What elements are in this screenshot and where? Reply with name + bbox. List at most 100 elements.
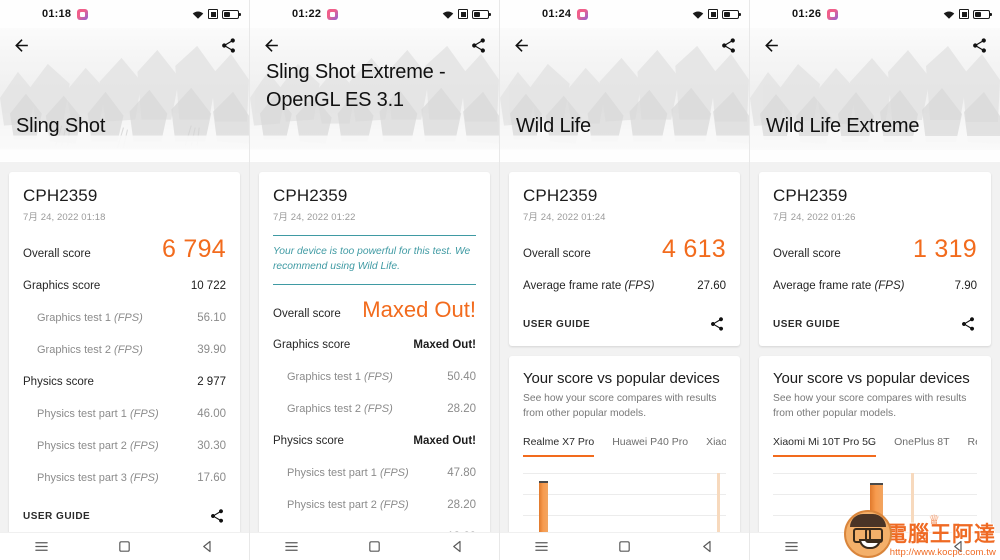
menu-icon[interactable] <box>34 539 49 554</box>
score-row-avg-frame-rate: Average frame rate (FPS) 27.60 <box>523 270 726 302</box>
device-name: CPH2359 <box>273 186 348 205</box>
row-label: Physics score <box>23 376 94 388</box>
benchmark-title: Sling Shot Extreme - OpenGL ES 3.1 <box>266 61 446 112</box>
benchmark-title: Wild Life <box>516 114 591 137</box>
hero-banner: Wild Life Extreme <box>750 28 1000 162</box>
app-notification-icon <box>77 8 89 20</box>
share-icon[interactable] <box>470 37 487 54</box>
status-time: 01:26 <box>792 8 822 20</box>
home-icon[interactable] <box>117 539 132 554</box>
score-row-graphics-test-2: Graphics test 2 (FPS) 28.20 <box>273 393 476 425</box>
benchmark-title: Sling Shot <box>16 114 106 137</box>
battery-icon <box>722 9 741 19</box>
signal-icon <box>959 9 969 19</box>
device-tabs[interactable]: Xiaomi Mi 10T Pro 5G OnePlus 8T Realme <box>773 436 977 457</box>
share-icon[interactable] <box>220 37 237 54</box>
device-tab-0[interactable]: Realme X7 Pro <box>523 436 595 457</box>
share-icon[interactable] <box>960 316 977 333</box>
user-guide-row[interactable]: USER GUIDE <box>523 302 726 346</box>
back-arrow-icon[interactable] <box>12 36 31 55</box>
status-bar: 01:18 <box>0 0 249 28</box>
user-guide-row[interactable]: USER GUIDE <box>773 302 977 346</box>
score-row-physics-part-1: Physics test part 1 (FPS) 47.80 <box>273 457 476 489</box>
row-label: Physics test part 3 (FPS) <box>37 472 159 484</box>
hero-banner: Wild Life <box>500 28 749 162</box>
result-timestamp: 7月 24, 2022 01:26 <box>773 212 856 223</box>
back-arrow-icon[interactable] <box>762 36 781 55</box>
menu-icon[interactable] <box>784 539 799 554</box>
status-icons <box>192 9 241 20</box>
back-icon[interactable] <box>450 539 465 554</box>
scroll-content[interactable]: CPH2359 7月 24, 2022 01:18 Overall score … <box>0 162 249 560</box>
device-tab-2[interactable]: Realme <box>968 436 977 457</box>
device-tab-2[interactable]: Xiaomi M <box>706 436 726 457</box>
app-notification-icon <box>827 8 839 20</box>
compare-title: Your score vs popular devices <box>773 370 970 387</box>
hero-banner: Sling Shot Extreme - OpenGL ES 3.1 <box>250 28 499 162</box>
home-icon[interactable] <box>867 539 882 554</box>
back-arrow-icon[interactable] <box>262 36 281 55</box>
home-icon[interactable] <box>617 539 632 554</box>
navigation-bar <box>0 532 249 560</box>
row-value: 6 794 <box>161 235 226 263</box>
score-row-physics: Physics score 2 977 <box>23 366 226 398</box>
score-row-graphics-test-1: Graphics test 1 (FPS) 50.40 <box>273 361 476 393</box>
user-guide-label[interactable]: USER GUIDE <box>23 511 90 522</box>
row-value: 28.20 <box>447 403 476 416</box>
device-tab-1[interactable]: Huawei P40 Pro <box>612 436 688 457</box>
grid-line <box>523 514 726 516</box>
back-icon[interactable] <box>200 539 215 554</box>
status-bar: 01:24 <box>500 0 749 28</box>
phone-screen-sling-shot-extreme: 01:22 Sling Shot Extreme - OpenGL ES 3.1… <box>250 0 500 560</box>
row-label: Graphics test 1 (FPS) <box>37 312 143 324</box>
device-tab-0[interactable]: Xiaomi Mi 10T Pro 5G <box>773 436 877 457</box>
share-icon[interactable] <box>720 37 737 54</box>
home-icon[interactable] <box>367 539 382 554</box>
status-time: 01:24 <box>542 8 572 20</box>
app-notification-icon <box>327 8 339 20</box>
battery-icon <box>973 9 992 19</box>
compare-title: Your score vs popular devices <box>523 370 720 387</box>
device-name: CPH2359 <box>23 186 98 205</box>
menu-icon[interactable] <box>534 539 549 554</box>
scroll-content[interactable]: CPH2359 7月 24, 2022 01:22 Your device is… <box>250 162 499 560</box>
result-card: CPH2359 7月 24, 2022 01:18 Overall score … <box>9 172 240 538</box>
back-icon[interactable] <box>700 539 715 554</box>
menu-icon[interactable] <box>284 539 299 554</box>
scroll-content[interactable]: CPH2359 7月 24, 2022 01:24 Overall score … <box>500 162 749 560</box>
back-icon[interactable] <box>951 539 966 554</box>
scroll-content[interactable]: CPH2359 7月 24, 2022 01:26 Overall score … <box>750 162 1000 560</box>
row-label: Average frame rate (FPS) <box>773 280 905 292</box>
result-card: CPH2359 7月 24, 2022 01:24 Overall score … <box>509 172 740 346</box>
score-row-physics-part-3: Physics test part 3 (FPS) 17.60 <box>23 462 226 494</box>
row-value: 4 613 <box>661 235 726 263</box>
status-time: 01:22 <box>292 8 322 20</box>
row-value: 28.20 <box>447 499 476 512</box>
status-bar: 01:26 <box>750 0 1000 28</box>
share-icon[interactable] <box>971 37 988 54</box>
grid-line <box>523 493 726 495</box>
back-arrow-icon[interactable] <box>512 36 531 55</box>
score-row-graphics-test-1: Graphics test 1 (FPS) 56.10 <box>23 302 226 334</box>
navigation-bar <box>500 532 749 560</box>
device-tab-1[interactable]: OnePlus 8T <box>894 436 949 457</box>
compare-card: Your score vs popular devices See how yo… <box>759 356 991 559</box>
row-value: Maxed Out! <box>413 435 476 448</box>
share-icon[interactable] <box>709 316 726 333</box>
row-label: Physics test part 2 (FPS) <box>287 499 409 512</box>
navigation-bar <box>250 532 499 560</box>
user-guide-label[interactable]: USER GUIDE <box>773 319 840 330</box>
row-value: 10 722 <box>190 280 226 292</box>
row-value: 17.60 <box>197 472 226 484</box>
score-row-graphics: Graphics score Maxed Out! <box>273 329 476 361</box>
row-label: Overall score <box>273 308 341 321</box>
row-value: 39.90 <box>197 344 226 356</box>
row-value: 27.60 <box>697 280 726 292</box>
hero-actions <box>750 28 1000 62</box>
score-row-physics: Physics score Maxed Out! <box>273 425 476 457</box>
device-tabs[interactable]: Realme X7 Pro Huawei P40 Pro Xiaomi M <box>523 436 726 457</box>
compare-card: Your score vs popular devices See how yo… <box>509 356 740 559</box>
result-card: CPH2359 7月 24, 2022 01:26 Overall score … <box>759 172 991 346</box>
user-guide-label[interactable]: USER GUIDE <box>523 319 590 330</box>
share-icon[interactable] <box>209 508 226 525</box>
